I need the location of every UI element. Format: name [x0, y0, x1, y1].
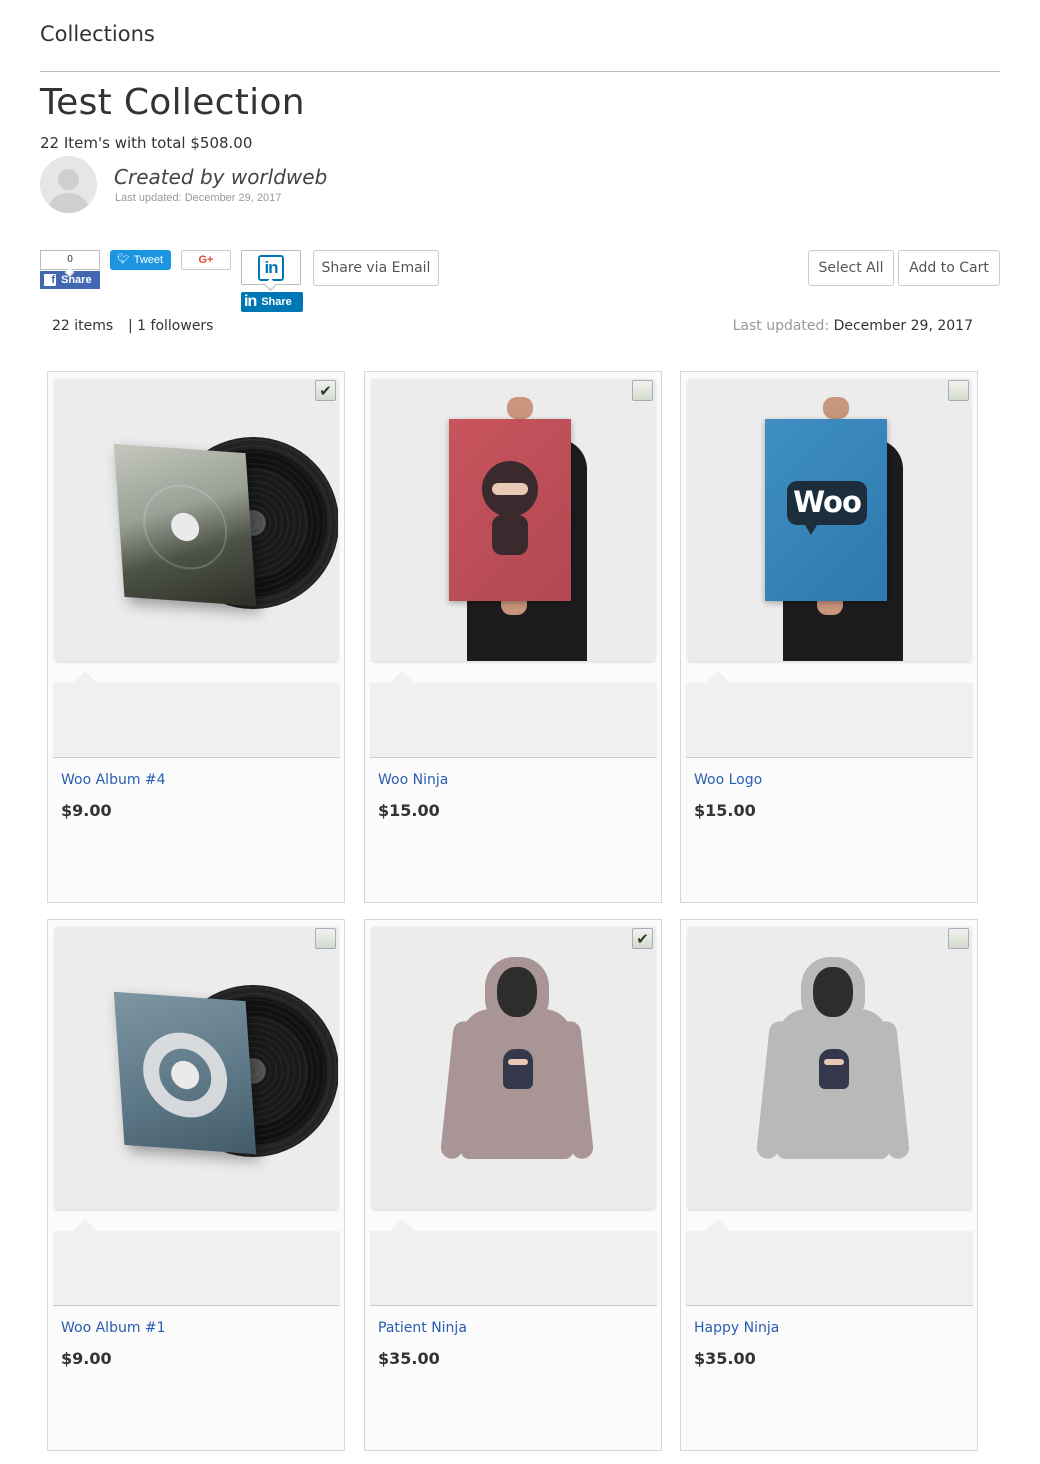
- last-updated-value: December 29, 2017: [833, 318, 973, 334]
- product-description-box: [370, 1231, 657, 1306]
- tweet-label: Tweet: [133, 254, 164, 266]
- product-name-link[interactable]: Happy Ninja: [694, 1320, 779, 1336]
- google-plus-button[interactable]: G+: [181, 250, 231, 270]
- breadcrumb[interactable]: Collections: [40, 22, 155, 46]
- product-card[interactable]: Woo Album #1 $9.00: [47, 919, 345, 1451]
- select-checkbox[interactable]: [948, 380, 969, 401]
- select-checkbox-checked[interactable]: ✔: [632, 928, 653, 949]
- product-price: $9.00: [61, 1349, 112, 1368]
- description-pointer: [706, 1219, 730, 1231]
- product-description-box: [53, 1231, 340, 1306]
- hoodie-hood-inner: [813, 967, 853, 1017]
- product-card[interactable]: ✔ Woo Album #4 $9.00: [47, 371, 345, 903]
- product-image[interactable]: [372, 379, 655, 661]
- add-to-cart-button[interactable]: Add to Cart: [898, 250, 1000, 286]
- description-pointer: [390, 1219, 414, 1231]
- last-updated-small: Last updated: December 29, 2017: [115, 192, 282, 204]
- product-image[interactable]: [55, 927, 338, 1209]
- avatar: [40, 156, 97, 213]
- woo-poster-image: Woo: [765, 419, 887, 601]
- select-checkbox-checked[interactable]: ✔: [315, 380, 336, 401]
- product-price: $35.00: [378, 1349, 440, 1368]
- product-name-link[interactable]: Woo Album #4: [61, 772, 166, 788]
- facebook-share-count: 0: [40, 250, 100, 270]
- description-pointer: [706, 671, 730, 683]
- product-description-box: [686, 1231, 973, 1306]
- tweet-button[interactable]: 🐦︎ Tweet: [110, 250, 171, 270]
- product-description-box: [370, 683, 657, 758]
- linkedin-share-button[interactable]: in Share: [241, 292, 303, 312]
- product-card[interactable]: Woo Ninja $15.00: [364, 371, 662, 903]
- album-sleeve-image: [113, 443, 257, 607]
- product-image[interactable]: Woo: [688, 379, 971, 661]
- select-checkbox[interactable]: [948, 928, 969, 949]
- ninja-icon: [503, 1049, 533, 1089]
- product-price: $15.00: [378, 801, 440, 820]
- album-sleeve-image: [113, 991, 257, 1155]
- product-image[interactable]: [55, 379, 338, 661]
- linkedin-icon: in: [258, 254, 284, 281]
- product-card[interactable]: Happy Ninja $35.00: [680, 919, 978, 1451]
- creator-text: Created by worldweb: [114, 165, 328, 189]
- linkedin-mini-icon: in: [244, 293, 257, 310]
- description-pointer: [390, 671, 414, 683]
- select-all-button[interactable]: Select All: [808, 250, 894, 286]
- product-name-link[interactable]: Patient Ninja: [378, 1320, 467, 1336]
- hoodie-image: [755, 957, 911, 1177]
- items-count: 22 items: [52, 318, 114, 334]
- woo-logo: Woo: [787, 481, 867, 535]
- collection-summary: 22 Item's with total $508.00: [40, 134, 253, 152]
- product-price: $35.00: [694, 1349, 756, 1368]
- description-pointer: [73, 1219, 97, 1231]
- followers-count[interactable]: | 1 followers: [128, 318, 213, 334]
- ninja-icon: [819, 1049, 849, 1089]
- avatar-body-icon: [49, 193, 88, 213]
- hand: [507, 397, 533, 419]
- product-description-box: [53, 683, 340, 758]
- product-price: $15.00: [694, 801, 756, 820]
- product-card[interactable]: ✔ Patient Ninja $35.00: [364, 919, 662, 1451]
- product-price: $9.00: [61, 801, 112, 820]
- product-description-box: [686, 683, 973, 758]
- select-checkbox[interactable]: [632, 380, 653, 401]
- product-image[interactable]: [688, 927, 971, 1209]
- hoodie-image: [439, 957, 595, 1177]
- hand: [823, 397, 849, 419]
- ninja-poster-image: [449, 419, 571, 601]
- hoodie-hood-inner: [497, 967, 537, 1017]
- divider: [40, 71, 1000, 72]
- last-updated-label: Last updated:: [732, 318, 830, 334]
- share-via-email-button[interactable]: Share via Email: [313, 250, 439, 286]
- facebook-icon: f: [44, 274, 56, 286]
- product-name-link[interactable]: Woo Ninja: [378, 772, 448, 788]
- linkedin-share-label: Share: [261, 296, 292, 308]
- select-checkbox[interactable]: [315, 928, 336, 949]
- avatar-head-icon: [58, 169, 79, 190]
- ninja-icon: [482, 461, 538, 517]
- page-title: Test Collection: [40, 82, 305, 123]
- last-updated: Last updated: December 29, 2017: [733, 318, 973, 334]
- product-name-link[interactable]: Woo Album #1: [61, 1320, 166, 1336]
- product-image[interactable]: [372, 927, 655, 1209]
- product-name-link[interactable]: Woo Logo: [694, 772, 762, 788]
- description-pointer: [73, 671, 97, 683]
- facebook-share-widget[interactable]: 0 f Share: [40, 250, 100, 290]
- twitter-bird-icon: 🐦︎: [117, 254, 130, 265]
- ninja-body: [492, 515, 528, 555]
- product-card[interactable]: Woo Woo Logo $15.00: [680, 371, 978, 903]
